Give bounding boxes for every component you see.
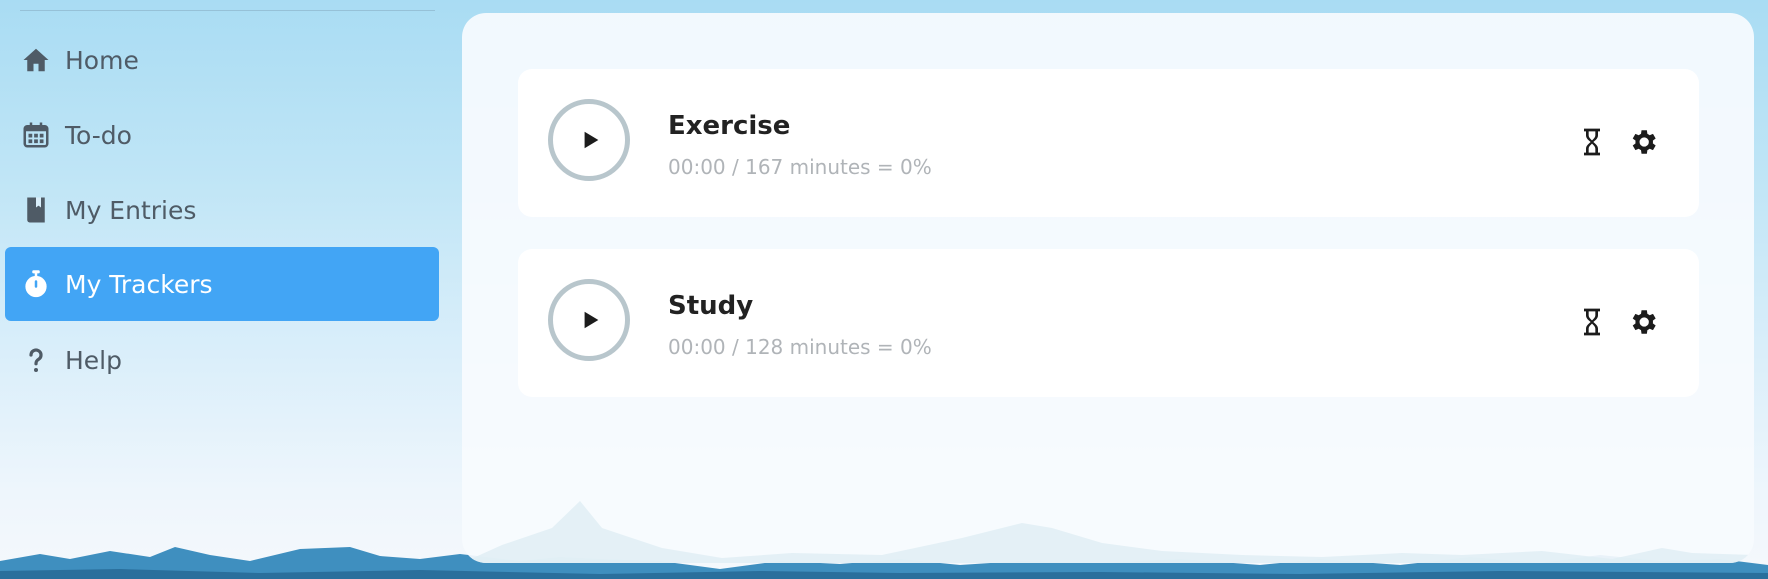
hourglass-icon bbox=[1584, 128, 1600, 156]
trackers-panel: Exercise 00:00 / 167 minutes = 0% Study … bbox=[462, 13, 1754, 563]
hourglass-icon bbox=[1584, 308, 1600, 336]
play-icon bbox=[584, 131, 599, 149]
sidebar: Home To-do My Entries My Trackers Help bbox=[0, 0, 445, 579]
sidebar-item-label: My Entries bbox=[65, 195, 197, 225]
tracker-name: Exercise bbox=[668, 111, 791, 141]
tracker-card-study: Study 00:00 / 128 minutes = 0% bbox=[518, 249, 1699, 397]
gear-icon bbox=[1632, 310, 1656, 334]
question-icon bbox=[19, 343, 53, 377]
sidebar-item-label: To-do bbox=[65, 120, 132, 150]
sidebar-item-label: My Trackers bbox=[65, 269, 213, 299]
sidebar-item-todo[interactable]: To-do bbox=[5, 98, 439, 172]
tracker-progress: 00:00 / 167 minutes = 0% bbox=[668, 155, 932, 179]
sidebar-item-home[interactable]: Home bbox=[5, 23, 439, 97]
tracker-progress: 00:00 / 128 minutes = 0% bbox=[668, 335, 932, 359]
tracker-name: Study bbox=[668, 291, 754, 321]
panel-mountains bbox=[462, 501, 1754, 563]
sidebar-item-label: Home bbox=[65, 45, 139, 75]
gear-icon bbox=[1632, 130, 1656, 154]
hourglass-button[interactable] bbox=[1574, 304, 1610, 340]
settings-button[interactable] bbox=[1625, 304, 1661, 340]
stopwatch-icon bbox=[19, 267, 53, 301]
settings-button[interactable] bbox=[1625, 124, 1661, 160]
sidebar-divider bbox=[20, 10, 435, 11]
sidebar-item-my-entries[interactable]: My Entries bbox=[5, 173, 439, 247]
home-icon bbox=[19, 43, 53, 77]
tracker-card-exercise: Exercise 00:00 / 167 minutes = 0% bbox=[518, 69, 1699, 217]
sidebar-item-help[interactable]: Help bbox=[5, 323, 439, 397]
play-button[interactable] bbox=[548, 279, 630, 361]
hourglass-button[interactable] bbox=[1574, 124, 1610, 160]
play-icon bbox=[584, 311, 599, 329]
play-button[interactable] bbox=[548, 99, 630, 181]
sidebar-item-my-trackers[interactable]: My Trackers bbox=[5, 247, 439, 321]
book-icon bbox=[19, 193, 53, 227]
sidebar-item-label: Help bbox=[65, 345, 122, 375]
calendar-icon bbox=[19, 118, 53, 152]
